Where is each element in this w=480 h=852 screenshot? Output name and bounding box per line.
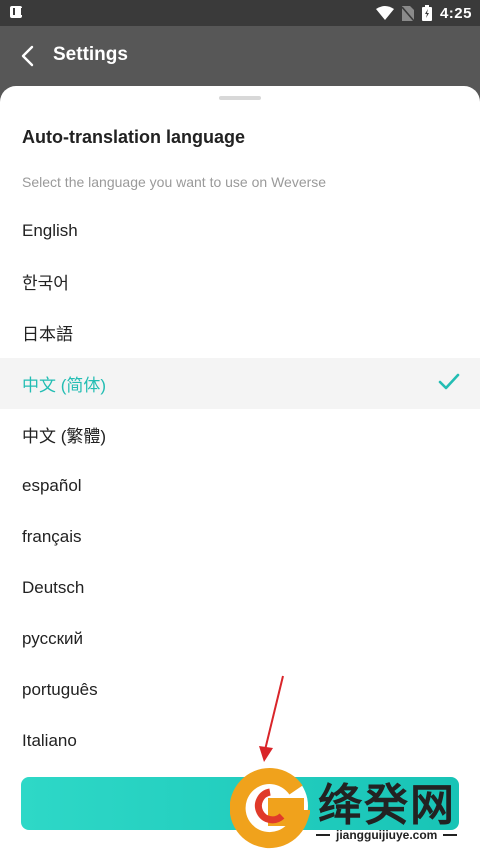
chevron-left-icon — [21, 45, 34, 67]
language-label: Italiano — [22, 730, 77, 750]
language-option-russian[interactable]: русский — [0, 613, 480, 664]
language-label: 中文 (繁體) — [22, 427, 107, 446]
language-option-chinese-traditional[interactable]: 中文 (繁體) — [0, 409, 480, 460]
language-label: English — [22, 220, 78, 240]
language-option-german[interactable]: Deutsch — [0, 562, 480, 613]
save-button[interactable]: S — [21, 777, 459, 830]
wifi-icon — [375, 6, 394, 20]
language-label: 中文 (简体) — [22, 376, 107, 395]
sheet-title: Auto-translation language — [22, 127, 246, 147]
language-option-chinese-simplified[interactable]: 中文 (简体) — [0, 358, 480, 409]
language-label: 한국어 — [22, 274, 69, 293]
header: Settings — [0, 26, 480, 88]
language-label: español — [22, 475, 82, 495]
drag-handle[interactable] — [219, 96, 261, 100]
language-option-french[interactable]: français — [0, 511, 480, 562]
language-label: português — [22, 679, 98, 699]
app-notification-icon — [10, 6, 23, 18]
back-button[interactable] — [14, 42, 40, 70]
status-bar: 4:25 — [0, 0, 480, 26]
language-option-english[interactable]: English — [0, 205, 480, 256]
language-option-portuguese[interactable]: português — [0, 664, 480, 715]
annotation-arrow-icon — [259, 675, 284, 762]
check-icon — [438, 373, 460, 390]
language-option-spanish[interactable]: español — [0, 460, 480, 511]
status-icons: 4:25 — [375, 0, 472, 26]
language-bottom-sheet: Auto-translation language Select the lan… — [0, 86, 480, 852]
page-title: Settings — [53, 44, 128, 65]
language-label: русский — [22, 628, 84, 648]
language-label: 日本語 — [22, 325, 73, 344]
language-option-korean[interactable]: 한국어 — [0, 256, 480, 307]
sheet-subtitle: Select the language you want to use on W… — [22, 174, 327, 190]
status-time: 4:25 — [439, 4, 472, 22]
language-label: français — [22, 526, 82, 546]
language-list: English 한국어 日本語 中文 (简体) 中文 (繁體) español … — [0, 205, 480, 766]
language-label: Deutsch — [22, 577, 85, 597]
language-option-italian[interactable]: Italiano — [0, 715, 480, 766]
battery-icon — [421, 5, 432, 21]
language-option-japanese[interactable]: 日本語 — [0, 307, 480, 358]
no-sim-icon — [401, 5, 414, 21]
